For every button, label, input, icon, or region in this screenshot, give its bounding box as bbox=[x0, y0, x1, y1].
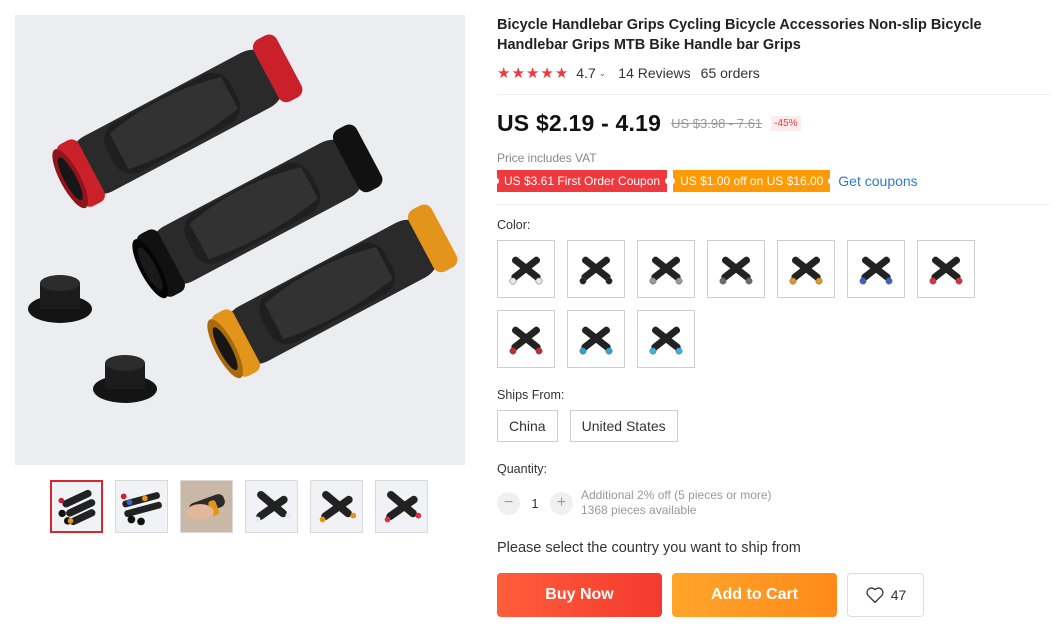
stock-available: 1368 pieces available bbox=[581, 503, 697, 517]
thumbnail-5[interactable] bbox=[310, 480, 363, 533]
star-icon: ★ bbox=[525, 64, 540, 82]
ships-from-label: Ships From: bbox=[497, 388, 565, 402]
ship-country-note: Please select the country you want to sh… bbox=[497, 540, 801, 556]
wishlist-button[interactable]: 47 bbox=[847, 573, 924, 617]
color-swatch-red-black[interactable] bbox=[497, 310, 555, 368]
vat-note: Price includes VAT bbox=[497, 151, 597, 165]
color-thumbnail-titanium bbox=[719, 256, 753, 285]
thumbnail-2[interactable] bbox=[115, 480, 168, 533]
product-title: Bicycle Handlebar Grips Cycling Bicycle … bbox=[497, 17, 982, 53]
main-product-image[interactable] bbox=[15, 15, 465, 465]
bulk-discount-note: Additional 2% off (5 pieces or more) bbox=[581, 488, 772, 502]
current-price: US $2.19 - 4.19 bbox=[497, 110, 662, 136]
rating-row: ★ ★ ★ ★ ★ 4.7 ⌄ 14 Reviews 65 orders bbox=[497, 65, 1053, 81]
color-label: Color: bbox=[497, 218, 531, 232]
ship-option-united-states[interactable]: United States bbox=[569, 410, 678, 442]
quantity-increase-button[interactable]: + bbox=[550, 491, 573, 515]
color-swatch-red[interactable] bbox=[917, 240, 975, 298]
star-rating: ★ ★ ★ ★ ★ bbox=[497, 66, 568, 81]
ship-option-china[interactable]: China bbox=[497, 410, 558, 442]
color-thumbnail-red bbox=[929, 256, 963, 285]
quantity-info: Additional 2% off (5 pieces or more) 136… bbox=[581, 488, 772, 518]
thumbnail-4[interactable] bbox=[245, 480, 298, 533]
star-icon: ★ bbox=[540, 64, 554, 82]
handlebar-grips-illustration bbox=[28, 34, 458, 403]
color-thumbnail-blue bbox=[579, 326, 613, 355]
add-to-cart-button[interactable]: Add to Cart bbox=[672, 573, 837, 617]
quantity-decrease-button[interactable]: − bbox=[497, 491, 520, 515]
chevron-down-icon[interactable]: ⌄ bbox=[599, 68, 607, 79]
product-info: Bicycle Handlebar Grips Cycling Bicycle … bbox=[493, 15, 1053, 617]
color-swatch-white[interactable] bbox=[497, 240, 555, 298]
divider bbox=[497, 94, 1050, 95]
color-swatch-blue-gold[interactable] bbox=[847, 240, 905, 298]
quantity-label: Quantity: bbox=[497, 462, 548, 476]
star-icon: ★ bbox=[554, 64, 569, 82]
thumbnail-strip bbox=[50, 480, 428, 533]
reviews-link[interactable]: 14 Reviews bbox=[618, 65, 690, 81]
color-swatch-light-blue[interactable] bbox=[637, 310, 695, 368]
color-swatch-gold[interactable] bbox=[777, 240, 835, 298]
coupon-row: US $3.61 First Order Coupon US $1.00 off… bbox=[493, 170, 1053, 192]
thumbnail-6[interactable] bbox=[375, 480, 428, 533]
color-thumbnail-gold bbox=[789, 256, 823, 285]
divider bbox=[497, 204, 1050, 205]
price-row: US $2.19 - 4.19 US $3.98 - 7.61 -45% bbox=[497, 110, 1053, 137]
original-price: US $3.98 - 7.61 bbox=[671, 116, 763, 131]
thumbnail-3[interactable] bbox=[180, 480, 233, 533]
orders-count: 65 orders bbox=[700, 65, 760, 81]
color-swatch-titanium[interactable] bbox=[707, 240, 765, 298]
buy-now-button[interactable]: Buy Now bbox=[497, 573, 662, 617]
color-swatch-black[interactable] bbox=[567, 240, 625, 298]
action-buttons: Buy Now Add to Cart 47 bbox=[497, 573, 1053, 617]
color-thumbnail-white bbox=[509, 256, 543, 285]
first-order-coupon[interactable]: US $3.61 First Order Coupon bbox=[493, 170, 671, 192]
quantity-stepper: − 1 + Additional 2% off (5 pieces or mor… bbox=[497, 488, 1053, 518]
wishlist-count: 47 bbox=[890, 587, 907, 603]
discount-badge: -45% bbox=[771, 116, 801, 131]
color-swatch-blue[interactable] bbox=[567, 310, 625, 368]
color-thumbnail-black-silver bbox=[649, 256, 683, 285]
rating-value[interactable]: 4.7 bbox=[576, 65, 595, 81]
color-swatch-black-silver[interactable] bbox=[637, 240, 695, 298]
ships-from-options: China United States bbox=[497, 410, 1053, 442]
color-thumbnail-red-black bbox=[509, 326, 543, 355]
get-coupons-link[interactable]: Get coupons bbox=[838, 173, 917, 189]
color-thumbnail-blue-gold bbox=[859, 256, 893, 285]
store-coupon[interactable]: US $1.00 off on US $16.00 bbox=[670, 170, 834, 192]
heart-icon bbox=[866, 587, 884, 604]
color-thumbnail-black bbox=[579, 256, 613, 285]
color-swatches bbox=[497, 240, 987, 368]
thumbnail-1[interactable] bbox=[50, 480, 103, 533]
quantity-value[interactable]: 1 bbox=[520, 496, 550, 511]
color-thumbnail-light-blue bbox=[649, 326, 683, 355]
star-icon: ★ bbox=[511, 64, 525, 82]
star-icon: ★ bbox=[497, 64, 511, 82]
